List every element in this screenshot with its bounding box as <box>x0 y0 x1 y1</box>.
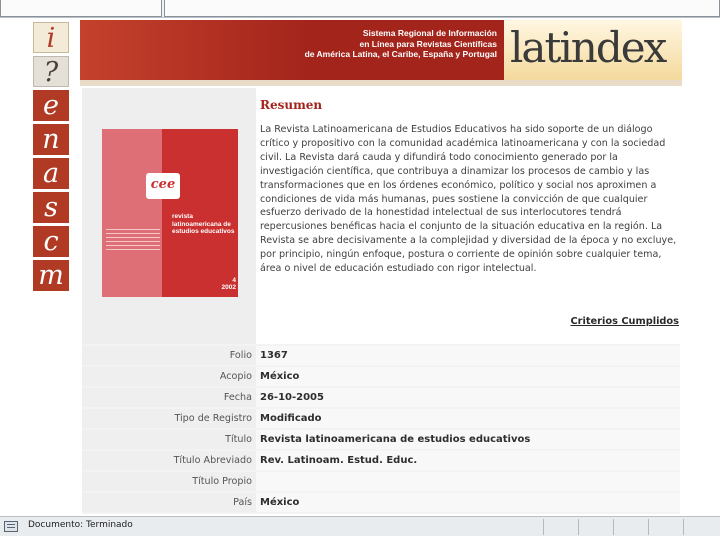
field-value: 1367 <box>256 346 680 365</box>
cover-issue-number: 4 <box>232 277 236 284</box>
field-label: País <box>82 493 256 512</box>
cover-issue-year: 2002 <box>221 284 236 291</box>
cover-pink-band <box>102 129 162 297</box>
field-label: Título <box>82 430 256 449</box>
header-banner: Sistema Regional de Información en Línea… <box>80 20 682 80</box>
summary-text: La Revista Latinoamericana de Estudios E… <box>260 124 677 275</box>
latindex-logo: latindex <box>510 23 667 72</box>
table-row: Título Abreviado Rev. Latinoam. Estud. E… <box>82 451 680 470</box>
field-value: 26-10-2005 <box>256 388 680 407</box>
nav-letter-s[interactable]: s <box>33 192 69 223</box>
nav-letter-a[interactable]: a <box>33 158 69 189</box>
info-icon[interactable]: i <box>33 22 69 54</box>
page-status-icon <box>4 521 18 532</box>
criteria-link[interactable]: Criterios Cumplidos <box>570 316 679 327</box>
field-label: Folio <box>82 346 256 365</box>
status-bar: Documento: Terminado <box>0 516 720 536</box>
table-row: Folio 1367 <box>82 346 680 365</box>
browser-toolbar <box>0 0 720 18</box>
table-row: Título Propio <box>82 472 680 491</box>
field-value: Rev. Latinoam. Estud. Educ. <box>256 451 680 470</box>
tagline-line-3: de América Latina, el Caribe, España y P… <box>304 49 497 59</box>
field-label: Título Abreviado <box>82 451 256 470</box>
banner-divider <box>80 80 682 86</box>
status-divider <box>683 519 684 535</box>
help-icon[interactable]: ? <box>33 56 69 88</box>
toolbar-field-left[interactable] <box>0 0 162 17</box>
field-label: Título Propio <box>82 472 256 491</box>
toolbar-field-right[interactable] <box>164 0 720 17</box>
summary-heading: Resumen <box>260 98 323 112</box>
cover-issue: 4 2002 <box>206 277 236 291</box>
tagline-line-2: en Línea para Revistas Científicas <box>359 38 497 49</box>
nav-letter-n[interactable]: n <box>33 124 69 155</box>
field-value: México <box>256 367 680 386</box>
tagline-line-1: Sistema Regional de Información <box>362 28 497 38</box>
logo-area[interactable]: latindex <box>504 20 682 80</box>
cover-acronym: cee <box>146 173 180 199</box>
status-text: Documento: Terminado <box>28 520 133 530</box>
table-row: Título Revista latinoamericana de estudi… <box>82 430 680 449</box>
field-label: Tipo de Registro <box>82 409 256 428</box>
status-divider <box>648 519 649 535</box>
record-table: Folio 1367 Acopio México Fecha 26-10-200… <box>82 346 680 514</box>
letter-nav: i ? e n a s c m <box>33 22 69 294</box>
page-bottom-edge <box>0 536 720 540</box>
table-row: País México <box>82 493 680 512</box>
field-value: Modificado <box>256 409 680 428</box>
nav-letter-e[interactable]: e <box>33 90 69 121</box>
cover-title: revista latinoamericana de estudios educ… <box>172 213 235 235</box>
table-row: Fecha 26-10-2005 <box>82 388 680 407</box>
banner-tagline: Sistema Regional de Información en Línea… <box>197 28 497 60</box>
cover-small-print <box>106 229 160 253</box>
status-divider <box>543 519 544 535</box>
nav-letter-m[interactable]: m <box>33 260 69 291</box>
status-divider <box>613 519 614 535</box>
field-value: México <box>256 493 680 512</box>
table-row: Tipo de Registro Modificado <box>82 409 680 428</box>
field-label: Fecha <box>82 388 256 407</box>
field-value <box>256 472 680 491</box>
field-label: Acopio <box>82 367 256 386</box>
journal-cover-image: cee revista latinoamericana de estudios … <box>102 129 238 297</box>
status-divider <box>578 519 579 535</box>
field-value: Revista latinoamericana de estudios educ… <box>256 430 680 449</box>
table-row: Acopio México <box>82 367 680 386</box>
nav-letter-c[interactable]: c <box>33 226 69 257</box>
